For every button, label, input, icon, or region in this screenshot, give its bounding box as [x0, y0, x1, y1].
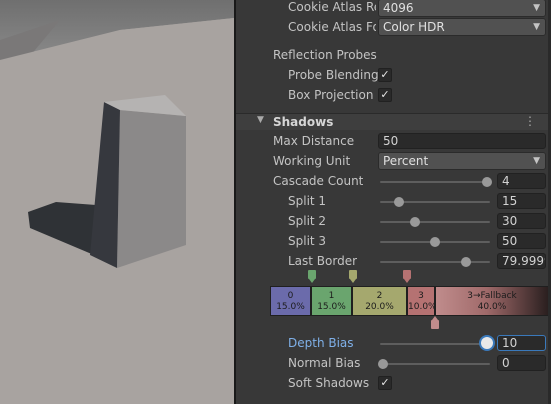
last-border-slider-track[interactable] — [380, 261, 490, 263]
cascade-segment-0-percent: 15.0% — [276, 302, 305, 312]
split1-field[interactable]: 15 — [497, 193, 546, 209]
check-icon: ✓ — [380, 88, 390, 101]
cookie-atlas-format-dropdown[interactable]: Color HDR ▼ — [378, 18, 546, 36]
working-unit-dropdown[interactable]: Percent ▼ — [378, 152, 546, 170]
last-border-slider-knob[interactable] — [461, 257, 471, 267]
reflection-probes-heading: Reflection Probes — [273, 48, 377, 62]
scene-render — [0, 0, 234, 404]
normal-bias-label: Normal Bias — [288, 356, 361, 370]
cascade-splits-bar: 0 15.0% 1 15.0% 2 20.0% 3 10.0% 3→Fallba… — [270, 286, 549, 316]
cascade-segment-3-percent: 10.0% — [408, 302, 435, 312]
cascade-segment-fallback: 3→Fallback 40.0% — [435, 286, 549, 316]
last-border-field[interactable]: 79.9999 — [497, 253, 546, 269]
normal-bias-slider-track[interactable] — [380, 363, 490, 365]
cascade-split-handle-2[interactable] — [349, 270, 357, 283]
cookie-atlas-resolution-value: 4096 — [383, 1, 414, 15]
check-icon: ✓ — [380, 376, 390, 389]
depth-bias-slider-track[interactable] — [380, 343, 490, 345]
more-options-icon[interactable]: ⋮ — [524, 114, 536, 128]
cascade-segment-2-index: 2 — [376, 291, 383, 301]
normal-bias-slider-knob[interactable] — [378, 359, 388, 369]
probe-blending-checkbox[interactable]: ✓ — [378, 68, 392, 82]
shadows-section-header[interactable]: ▼ Shadows ⋮ — [236, 113, 548, 130]
split3-field[interactable]: 50 — [497, 233, 546, 249]
chevron-down-icon: ▼ — [533, 156, 540, 166]
depth-bias-slider-knob[interactable] — [481, 337, 493, 349]
depth-bias-label: Depth Bias — [288, 336, 354, 350]
working-unit-label: Working Unit — [273, 154, 351, 168]
chevron-down-icon: ▼ — [533, 22, 540, 32]
working-unit-value: Percent — [383, 154, 429, 168]
cookie-atlas-format-label: Cookie Atlas Fo — [288, 20, 376, 34]
cube-front-face — [117, 110, 186, 268]
cascade-segment-0-index: 0 — [287, 291, 294, 301]
last-border-label: Last Border — [288, 254, 358, 268]
split2-slider-knob[interactable] — [410, 217, 420, 227]
split2-label: Split 2 — [288, 214, 327, 228]
cascade-segment-2: 2 20.0% — [352, 286, 407, 316]
chevron-down-icon: ▼ — [533, 3, 540, 13]
cascade-segment-fallback-index: 3→Fallback — [467, 291, 517, 301]
soft-shadows-label: Soft Shadows — [288, 376, 370, 390]
check-icon: ✓ — [380, 68, 390, 81]
cascade-split-handle-3[interactable] — [403, 270, 411, 283]
max-distance-label: Max Distance — [273, 134, 355, 148]
cascade-count-field[interactable]: 4 — [497, 173, 546, 189]
fold-arrow-icon[interactable]: ▼ — [257, 115, 264, 125]
box-projection-label: Box Projection — [288, 88, 374, 102]
probe-blending-label: Probe Blending — [288, 68, 379, 82]
cascade-segment-3-index: 3 — [418, 291, 424, 301]
split1-slider-knob[interactable] — [394, 197, 404, 207]
split3-label: Split 3 — [288, 234, 327, 248]
scene-view[interactable] — [0, 0, 234, 404]
cascade-split-handle-1[interactable] — [308, 270, 316, 283]
cascade-segment-2-percent: 20.0% — [365, 302, 394, 312]
split1-label: Split 1 — [288, 194, 327, 208]
split2-field[interactable]: 30 — [497, 213, 546, 229]
normal-bias-field[interactable]: 0 — [497, 355, 546, 371]
depth-bias-field[interactable]: 10 — [497, 335, 546, 351]
inspector-panel: Cookie Atlas Re 4096 ▼ Cookie Atlas Fo C… — [236, 0, 551, 404]
max-distance-field[interactable]: 50 — [378, 133, 546, 149]
cascade-count-slider-track[interactable] — [380, 181, 490, 183]
split3-slider-knob[interactable] — [430, 237, 440, 247]
cascade-count-slider-knob[interactable] — [482, 177, 492, 187]
box-projection-checkbox[interactable]: ✓ — [378, 88, 392, 102]
cascade-segment-1-percent: 15.0% — [317, 302, 346, 312]
cascade-segment-1: 1 15.0% — [311, 286, 352, 316]
cascade-segment-fallback-percent: 40.0% — [477, 302, 507, 312]
soft-shadows-checkbox[interactable]: ✓ — [378, 376, 392, 390]
cookie-atlas-resolution-dropdown[interactable]: 4096 ▼ — [378, 0, 546, 17]
cookie-atlas-format-value: Color HDR — [383, 20, 445, 34]
cascade-segment-1-index: 1 — [328, 291, 335, 301]
cascade-count-label: Cascade Count — [273, 174, 364, 188]
cascade-segment-0: 0 15.0% — [270, 286, 311, 316]
last-border-handle[interactable] — [431, 316, 439, 329]
shadows-title: Shadows — [273, 115, 334, 129]
cascade-segment-3: 3 10.0% — [407, 286, 435, 316]
split2-slider-track[interactable] — [380, 221, 490, 223]
cookie-atlas-resolution-label: Cookie Atlas Re — [288, 0, 376, 14]
